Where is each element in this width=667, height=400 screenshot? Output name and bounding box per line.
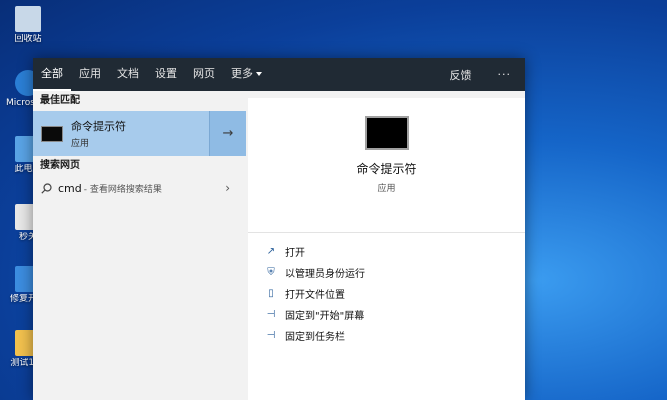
web-search-result[interactable]: cmd - 查看网络搜索结果 › <box>33 176 246 200</box>
arrow-right-icon: → <box>222 126 234 141</box>
action-pin-to-taskbar[interactable]: ⊣ 固定到任务栏 <box>248 325 525 346</box>
tab-web[interactable]: 网页 <box>185 58 223 91</box>
preview-pane: 命令提示符 应用 ↗ 打开 ⛨ 以管理员身份运行 ▯ 打开文件位置 ⊣ 固定到"… <box>248 98 525 400</box>
preview-subtitle: 应用 <box>377 184 396 194</box>
pin-taskbar-icon: ⊣ <box>266 330 276 341</box>
action-label: 固定到任务栏 <box>285 332 345 343</box>
web-search-query: cmd <box>58 181 82 195</box>
command-prompt-icon <box>41 125 63 142</box>
tab-all[interactable]: 全部 <box>33 58 71 91</box>
action-label: 打开文件位置 <box>285 290 345 301</box>
action-list: ↗ 打开 ⛨ 以管理员身份运行 ▯ 打开文件位置 ⊣ 固定到"开始"屏幕 ⊣ 固… <box>248 233 525 346</box>
tab-more[interactable]: 更多 <box>223 58 270 91</box>
web-search-hint: - 查看网络搜索结果 <box>83 184 162 195</box>
best-match-subtitle: 应用 <box>71 139 90 149</box>
action-open[interactable]: ↗ 打开 <box>248 241 525 262</box>
chevron-down-icon <box>256 72 262 76</box>
tab-apps[interactable]: 应用 <box>71 58 109 91</box>
action-run-as-admin[interactable]: ⛨ 以管理员身份运行 <box>248 262 525 283</box>
more-options-button[interactable]: ··· <box>484 68 526 81</box>
action-label: 打开 <box>285 248 305 259</box>
open-icon: ↗ <box>266 246 276 257</box>
shield-icon: ⛨ <box>267 267 275 278</box>
best-match-title: 命令提示符 <box>71 120 126 133</box>
search-panel: 全部 应用 文档 设置 网页 更多 反馈 ··· 最佳匹配 命令提示符 应用 →… <box>33 58 525 400</box>
action-label: 以管理员身份运行 <box>285 269 365 280</box>
results-list: 最佳匹配 命令提示符 应用 → 搜索网页 cmd - 查看网络搜索结果 › <box>33 91 246 400</box>
tab-documents[interactable]: 文档 <box>109 58 147 91</box>
pin-icon: ⊣ <box>266 309 276 320</box>
search-filter-bar: 全部 应用 文档 设置 网页 更多 反馈 ··· <box>33 58 525 91</box>
best-match-heading: 最佳匹配 <box>40 95 80 106</box>
desktop-icon-label: 回收站 <box>14 34 42 44</box>
feedback-button[interactable]: 反馈 <box>438 67 484 83</box>
tab-more-label: 更多 <box>231 67 253 80</box>
command-prompt-large-icon <box>364 116 409 150</box>
best-match-result[interactable]: 命令提示符 应用 → <box>33 111 246 156</box>
action-open-file-location[interactable]: ▯ 打开文件位置 <box>248 283 525 304</box>
tab-settings[interactable]: 设置 <box>147 58 185 91</box>
app-preview: 命令提示符 应用 <box>248 116 525 233</box>
desktop-icon-recycle-bin[interactable]: 回收站 <box>6 6 50 45</box>
preview-title: 命令提示符 <box>356 162 417 176</box>
expand-arrow-button[interactable]: → <box>209 111 246 156</box>
recycle-bin-icon <box>15 6 41 32</box>
chevron-right-icon: › <box>225 181 230 195</box>
web-search-heading: 搜索网页 <box>40 160 80 171</box>
action-pin-to-start[interactable]: ⊣ 固定到"开始"屏幕 <box>248 304 525 325</box>
action-label: 固定到"开始"屏幕 <box>285 311 365 322</box>
file-location-icon: ▯ <box>268 288 274 299</box>
search-icon <box>41 182 52 194</box>
